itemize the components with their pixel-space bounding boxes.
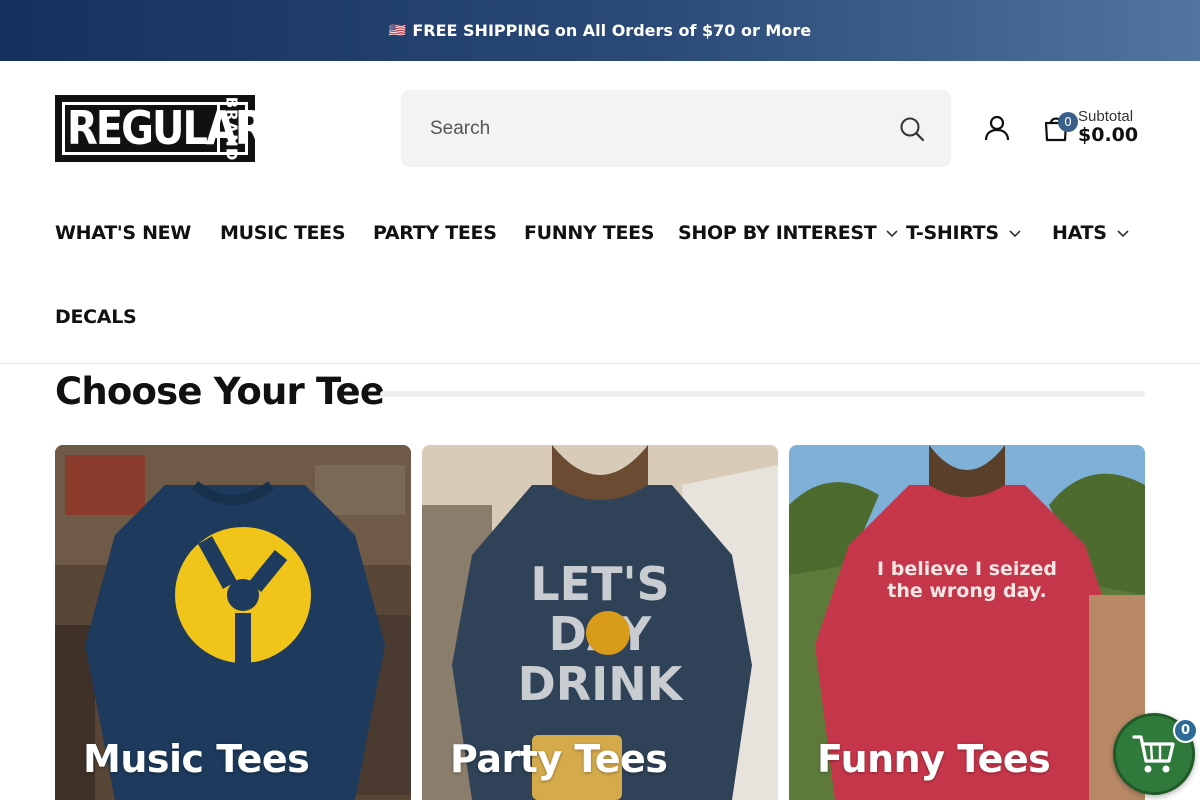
nav-item-label: DECALS <box>55 306 137 328</box>
header-divider <box>0 363 1200 364</box>
section-divider <box>380 391 1145 397</box>
announcement-bar: 🇺🇸 FREE SHIPPING on All Orders of $70 or… <box>0 0 1200 61</box>
cart-count-badge: 0 <box>1058 112 1078 132</box>
search-input[interactable] <box>401 117 899 140</box>
cart-icon <box>1132 735 1175 773</box>
category-card-music-tees[interactable]: Music Tees <box>55 445 411 800</box>
nav-item-whats-new[interactable]: WHAT'S NEW <box>55 222 191 244</box>
nav-item-label: T-SHIRTS <box>906 222 999 244</box>
subtotal-label: Subtotal <box>1078 108 1134 125</box>
nav-item-t-shirts[interactable]: T-SHIRTS <box>906 222 1022 244</box>
floating-cart-count: 0 <box>1173 718 1198 743</box>
nav-item-label: HATS <box>1052 222 1107 244</box>
us-flag-icon: 🇺🇸 <box>388 22 407 39</box>
nav-item-shop-by-interest[interactable]: SHOP BY INTEREST <box>678 222 899 244</box>
nav-item-party-tees[interactable]: PARTY TEES <box>373 222 497 244</box>
shirt-text-line-3: DRINK <box>518 657 685 711</box>
category-card-funny-tees[interactable]: I believe I seized the wrong day. Funny … <box>789 445 1145 800</box>
shirt-text-line-1: I believe I seized <box>877 558 1057 580</box>
chevron-down-icon <box>886 230 899 238</box>
search-bar <box>401 90 951 167</box>
nav-item-label: SHOP BY INTEREST <box>678 222 877 244</box>
nav-item-label: PARTY TEES <box>373 222 497 244</box>
nav-item-funny-tees[interactable]: FUNNY TEES <box>524 222 654 244</box>
chevron-down-icon <box>1117 230 1129 238</box>
subtotal-value: $0.00 <box>1078 124 1139 146</box>
nav-item-label: WHAT'S NEW <box>55 222 192 244</box>
category-card-party-tees[interactable]: LET'S DAY DRINK Party Tees <box>422 445 778 800</box>
site-logo[interactable]: REGULAR BRAND <box>55 95 266 162</box>
nav-item-label: MUSIC TEES <box>220 222 346 244</box>
chevron-down-icon <box>1009 230 1021 238</box>
nav-item-hats[interactable]: HATS <box>1052 222 1130 244</box>
announcement-highlight: FREE SHIPPING <box>412 21 550 40</box>
announcement-text: on All Orders of $70 or More <box>554 21 812 40</box>
card-label: Funny Tees <box>817 737 1051 781</box>
search-icon[interactable] <box>899 116 925 142</box>
section-title: Choose Your Tee <box>55 370 385 413</box>
nav-item-label: FUNNY TEES <box>524 222 655 244</box>
shirt-text-line-2: the wrong day. <box>887 580 1047 602</box>
card-label: Party Tees <box>450 737 668 781</box>
user-icon[interactable] <box>983 114 1011 142</box>
logo-vertical-text: BRAND <box>222 96 241 161</box>
nav-item-music-tees[interactable]: MUSIC TEES <box>220 222 346 244</box>
shirt-text-line-1: LET'S <box>530 557 669 611</box>
card-label: Music Tees <box>83 737 310 781</box>
nav-item-decals[interactable]: DECALS <box>55 306 137 328</box>
